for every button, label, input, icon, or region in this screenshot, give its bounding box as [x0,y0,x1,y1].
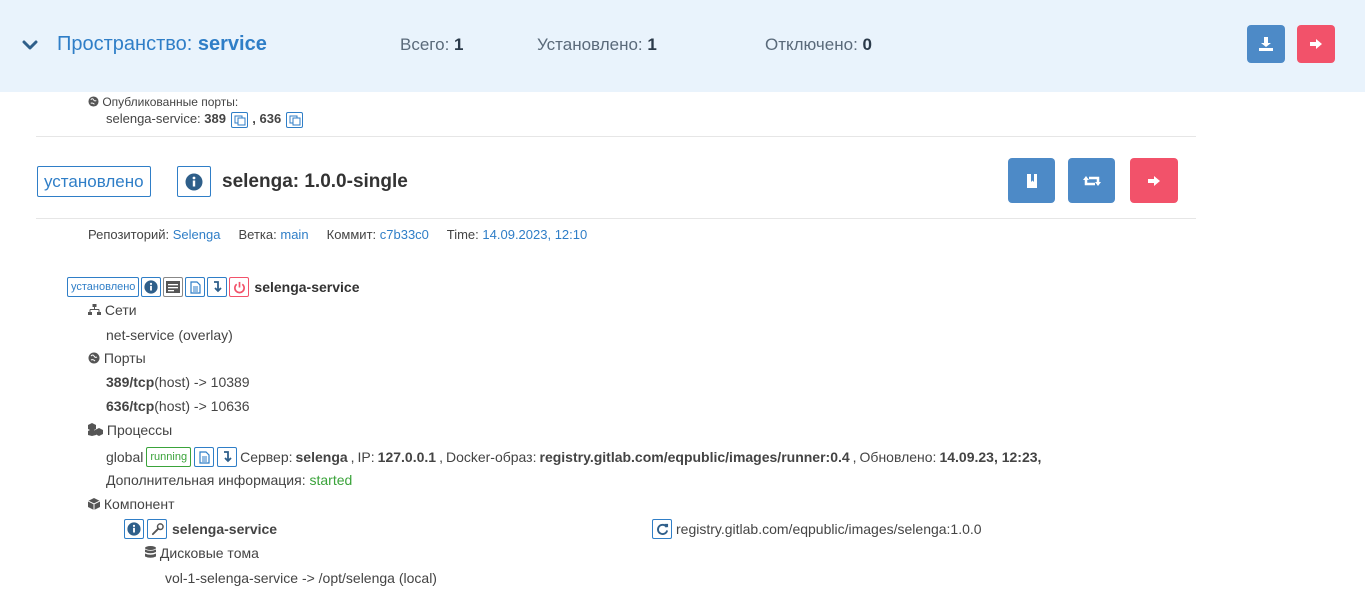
network-item: net-service (overlay) [106,327,233,343]
service-power-button[interactable] [229,277,250,297]
cubes-icon [88,423,103,436]
globe-icon [88,96,99,107]
refresh-button[interactable] [1068,158,1115,203]
process-state-badge: running [146,447,192,467]
component-settings-button[interactable] [147,519,167,539]
processes-title: Процессы [88,422,172,438]
time-value: 14.09.2023, 12:10 [482,227,588,242]
process-row: global running Сервер: selenga, IP: 127.… [106,447,1042,467]
repo-link[interactable]: Selenga [173,227,221,242]
published-ports-title: Опубликованные порты: [88,95,238,109]
sign-out-icon [1148,175,1160,186]
process-extra: Дополнительная информация: started [106,472,353,488]
component-image-row: registry.gitlab.com/eqpublic/images/sele… [652,519,982,539]
info-icon [127,522,141,536]
database-icon [145,546,156,558]
component-refresh-button[interactable] [652,519,672,539]
book-icon [1026,173,1037,188]
component-image: registry.gitlab.com/eqpublic/images/sele… [676,521,982,537]
divider [36,218,1196,219]
download-button[interactable] [1247,25,1285,63]
port-item: 636/tcp(host) -> 10636 [106,398,250,414]
component-title: Компонент [87,496,175,512]
component-name: selenga-service [172,521,278,537]
copy-icon [234,115,246,126]
volume-item: vol-1-selenga-service -> /opt/selenga (l… [165,570,437,586]
file-text-icon [190,280,201,294]
process-download-button[interactable] [217,447,238,467]
ports-title: Порты [88,350,146,366]
service-document-button[interactable] [185,277,206,297]
component-row: selenga-service [124,519,277,539]
component-info-button[interactable] [124,519,144,539]
power-icon [234,281,245,293]
info-icon [144,280,159,294]
globe-icon [88,352,100,364]
divider [36,136,1196,137]
service-header: установлено selenga-service [67,277,360,297]
networks-title: Сети [88,302,137,318]
space-title[interactable]: Пространство: service [57,33,267,56]
port-636: 636 [259,111,282,126]
retweet-icon [1082,175,1101,186]
published-ports-row: selenga-service: 389 , 636 [106,111,304,128]
total-value: 1 [454,35,464,54]
process-document-button[interactable] [194,447,215,467]
total-stat: Всего: 1 [400,35,464,54]
book-button[interactable] [1008,158,1055,203]
info-icon [185,173,203,190]
chevron-down-icon[interactable] [22,37,38,53]
disabled-value: 0 [862,35,873,54]
service-logs-button[interactable] [163,277,184,297]
app-info-button[interactable] [177,166,211,197]
sign-out-icon [1310,39,1322,49]
service-info-button[interactable] [141,277,162,297]
app-status-badge[interactable]: установлено [37,166,151,197]
wrench-icon [151,522,164,535]
service-status-badge[interactable]: установлено [67,277,140,297]
installed-stat: Установлено: 1 [537,35,657,54]
port-389: 389 [204,111,226,126]
download-icon [1259,37,1273,51]
file-text-icon [198,450,210,464]
app-remove-button[interactable] [1130,158,1178,203]
space-label: Пространство: [57,33,193,55]
volumes-title: Дисковые тома [145,545,259,561]
app-meta: Репозиторий: Selenga Ветка: main Коммит:… [88,227,588,242]
refresh-icon [656,523,668,535]
disabled-stat: Отключено: 0 [765,35,873,54]
copy-port-636-button[interactable] [285,111,303,128]
space-name: service [197,33,267,55]
sitemap-icon [88,304,101,315]
commit-link[interactable]: c7b33c0 [380,227,429,242]
arrow-down-icon [214,281,223,293]
service-download-button[interactable] [207,277,228,297]
copy-icon [289,115,301,126]
service-name: selenga-service [254,279,360,295]
cube-icon [87,498,101,510]
terminal-icon [166,281,181,293]
app-name: selenga: 1.0.0-single [222,171,408,192]
logout-button[interactable] [1297,25,1335,63]
copy-port-389-button[interactable] [230,111,248,128]
arrow-down-icon [224,451,232,463]
branch-link[interactable]: main [280,227,308,242]
port-item: 389/tcp(host) -> 10389 [106,374,250,390]
installed-value: 1 [647,35,657,54]
